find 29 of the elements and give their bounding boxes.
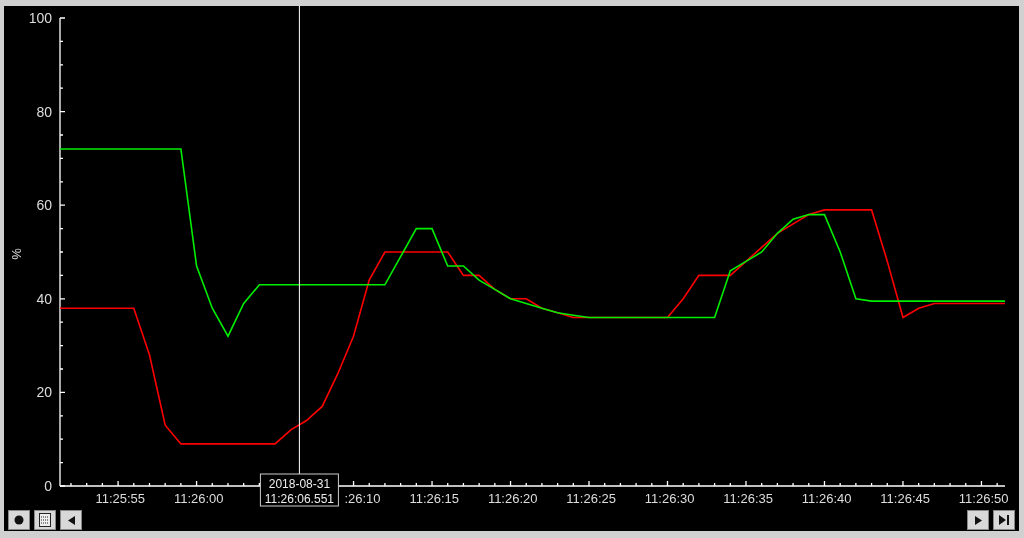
left-triangle-icon [67, 515, 75, 525]
x-tick-label: :26:10 [344, 491, 381, 506]
x-tick-label: 11:26:35 [723, 491, 773, 506]
record-button[interactable] [8, 510, 30, 530]
x-tick-label: 11:26:15 [409, 491, 460, 506]
table-icon [39, 513, 51, 527]
x-tick-label: 11:26:25 [566, 491, 616, 506]
x-tick-label: 11:26:45 [880, 491, 930, 506]
dot-icon [14, 515, 24, 525]
next-button[interactable] [967, 510, 989, 530]
x-tick-label: 11:26:40 [801, 491, 852, 506]
x-tick-label: 11:26:00 [173, 491, 224, 506]
x-tick-label: 11:26:50 [958, 491, 1009, 506]
cursor-tooltip: 2018-08-31 11:26:06.551 [259, 473, 339, 507]
y-axis-label: % [9, 248, 24, 260]
table-button[interactable] [34, 510, 56, 530]
y-tick-label: 60 [36, 197, 52, 214]
y-tick-label: 40 [36, 290, 52, 307]
play-icon [974, 515, 982, 525]
x-tick-label: 11:25:55 [95, 491, 146, 506]
x-tick-label: 11:26:20 [487, 491, 538, 506]
previous-button[interactable] [60, 510, 82, 530]
y-tick-label: 20 [36, 384, 52, 401]
y-tick-label: 0 [44, 478, 52, 494]
x-tick-label: 11:26:30 [644, 491, 695, 506]
end-button[interactable] [993, 510, 1015, 530]
y-tick-label: 100 [28, 10, 52, 26]
skip-end-icon [998, 515, 1010, 525]
y-tick-label: 80 [36, 103, 52, 120]
